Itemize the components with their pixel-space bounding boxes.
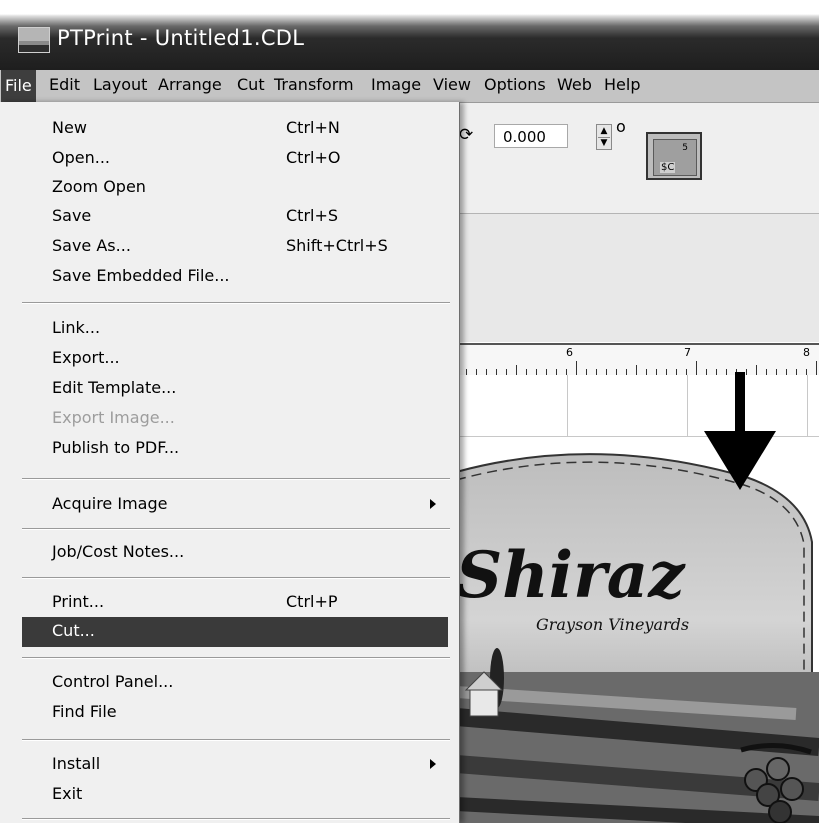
label-title: Shiraz xyxy=(456,538,686,613)
menu-item-acquire-image[interactable]: Acquire Image xyxy=(0,490,459,520)
menu-cut[interactable]: Cut xyxy=(237,75,265,94)
ptprint-app-icon[interactable] xyxy=(18,27,50,53)
title-bar: PTPrint - Untitled1.CDL xyxy=(0,0,819,70)
menu-image[interactable]: Image xyxy=(371,75,421,94)
menu-item-export-image: Export Image... xyxy=(52,408,175,427)
menu-item-cut[interactable]: Cut... xyxy=(22,617,448,647)
menu-item-control-panel[interactable]: Control Panel... xyxy=(0,668,459,698)
menu-view[interactable]: View xyxy=(433,75,471,94)
menu-separator xyxy=(22,657,450,659)
menu-help[interactable]: Help xyxy=(604,75,640,94)
menu-separator xyxy=(22,739,450,741)
menu-separator xyxy=(22,302,450,304)
submenu-arrow-icon xyxy=(430,759,436,769)
submenu-arrow-icon xyxy=(430,499,436,509)
file-menu-dropdown: New Ctrl+N Open... Ctrl+O Zoom Open Save Ct… xyxy=(0,102,460,823)
menu-separator xyxy=(22,478,450,480)
ruler-number: 8 xyxy=(803,346,810,359)
menu-separator xyxy=(22,528,450,530)
menu-file[interactable]: File xyxy=(1,70,36,102)
rotation-input[interactable]: 0.000 xyxy=(494,124,568,148)
ruler-number: 7 xyxy=(684,346,691,359)
menu-web[interactable]: Web xyxy=(557,75,592,94)
menu-item-export[interactable]: Export... xyxy=(0,344,459,374)
job-cost-icon: 5 $C xyxy=(653,139,697,176)
menu-separator xyxy=(22,577,450,579)
degree-unit: o xyxy=(616,117,626,136)
menu-edit[interactable]: Edit xyxy=(49,75,80,94)
menu-layout[interactable]: Layout xyxy=(93,75,147,94)
menu-item-exit[interactable]: Exit xyxy=(0,780,459,810)
menu-item-job-cost-notes[interactable]: Job/Cost Notes... xyxy=(0,538,459,568)
label-subtitle: Grayson Vineyards xyxy=(536,615,689,634)
menu-item-link[interactable]: Link... xyxy=(0,314,459,344)
menu-item-publish-to-pdf[interactable]: Publish to PDF... xyxy=(0,434,459,464)
menu-arrange[interactable]: Arrange xyxy=(158,75,222,94)
menu-item-save[interactable]: Save Ctrl+S xyxy=(0,202,459,232)
menu-transform[interactable]: Transform xyxy=(274,75,354,94)
menu-item-new[interactable]: New Ctrl+N xyxy=(0,114,459,144)
wine-label-artwork[interactable]: Shiraz Grayson Vineyards xyxy=(456,372,819,823)
menu-item-save-as[interactable]: Save As... Shift+Ctrl+S xyxy=(0,232,459,262)
menu-options[interactable]: Options xyxy=(484,75,546,94)
menu-item-find-file[interactable]: Find File xyxy=(0,698,459,728)
window-title: PTPrint - Untitled1.CDL xyxy=(57,26,305,50)
menu-item-open[interactable]: Open... Ctrl+O xyxy=(0,144,459,174)
menu-separator xyxy=(22,818,450,820)
menu-item-install[interactable]: Install xyxy=(0,750,459,780)
ruler-number: 6 xyxy=(566,346,573,359)
rotation-spinner[interactable]: ▲ ▼ xyxy=(596,124,612,150)
rotate-icon: ⟳ xyxy=(459,125,474,145)
menu-item-print[interactable]: Print... Ctrl+P xyxy=(0,588,459,618)
job-cost-button[interactable]: 5 $C xyxy=(646,132,702,180)
menu-item-zoom-open[interactable]: Zoom Open xyxy=(0,173,459,203)
menu-bar: File Edit Layout Arrange Cut Transform I… xyxy=(0,70,819,103)
menu-item-edit-template[interactable]: Edit Template... xyxy=(0,374,459,404)
spin-down-icon[interactable]: ▼ xyxy=(598,137,610,149)
menu-item-save-embedded-file[interactable]: Save Embedded File... xyxy=(0,262,459,292)
